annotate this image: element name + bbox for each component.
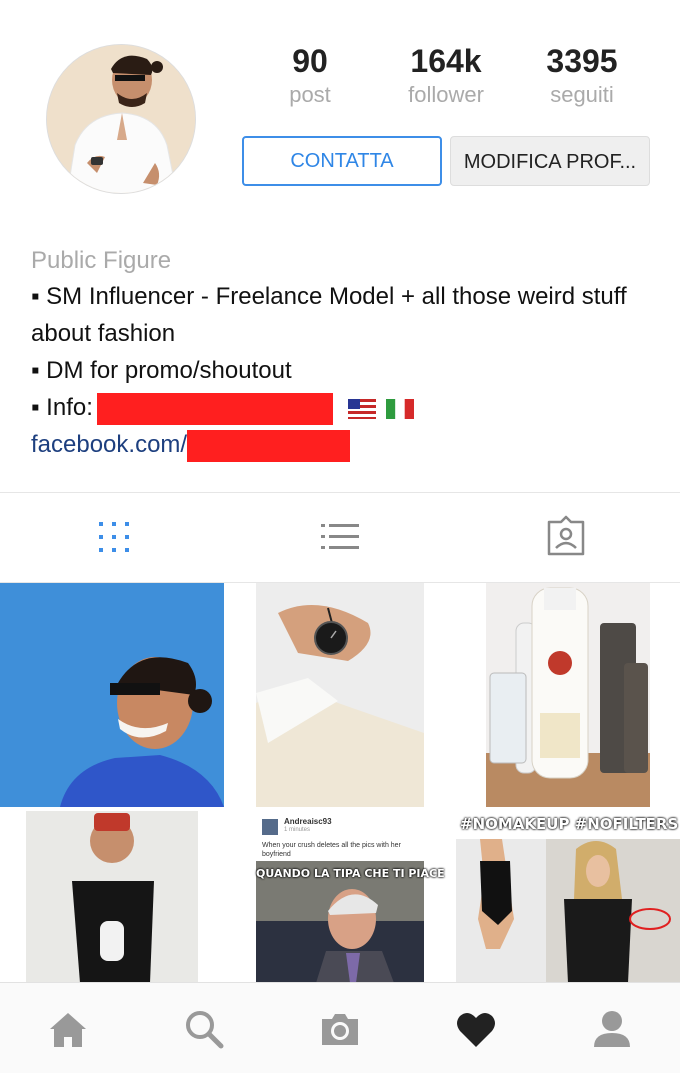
list-icon[interactable] (315, 512, 365, 562)
stat-followers[interactable]: 164k follower (386, 42, 506, 110)
profile-icon[interactable] (590, 1007, 634, 1051)
followers-label: follower (408, 82, 484, 107)
profile-avatar[interactable] (46, 44, 196, 194)
bottom-navigation (0, 982, 680, 1073)
contact-button[interactable]: CONTATTA (242, 136, 442, 186)
grid-icon[interactable] (89, 512, 139, 562)
post-thumbnail[interactable] (456, 583, 680, 807)
following-count: 3395 (546, 43, 618, 79)
post-thumbnail[interactable] (0, 583, 224, 807)
tweet-username: Andreaisc93 (284, 817, 332, 826)
bio-info-prefix: ▪ Info: (31, 394, 93, 421)
posts-label: post (289, 82, 331, 107)
followers-count: 164k (410, 43, 482, 79)
italy-flag-icon (386, 398, 415, 419)
posts-grid: Andreaisc93 1 minutes When your crush de… (0, 583, 680, 983)
tagged-photos-icon[interactable] (541, 512, 591, 562)
post-thumbnail[interactable]: #NOMAKEUP #NOFILTERS (456, 811, 680, 983)
profile-header: 90 post 164k follower 3395 seguiti CONTA… (0, 0, 680, 230)
posts-count: 90 (292, 43, 328, 79)
us-flag-icon (347, 398, 376, 419)
edit-profile-button[interactable]: MODIFICA PROF... (450, 136, 650, 186)
divider (0, 492, 680, 493)
tweet-text: When your crush deletes all the pics wit… (262, 842, 401, 858)
meme-caption: QUANDO LA TIPA CHE TI PIACE (256, 867, 445, 880)
stat-following[interactable]: 3395 seguiti (522, 42, 642, 110)
bio-website-link[interactable]: facebook.com/ (31, 426, 651, 463)
profile-view-tabs (0, 494, 680, 582)
hashtag-caption: #NOMAKEUP #NOFILTERS (460, 815, 679, 833)
home-icon[interactable] (46, 1007, 90, 1051)
camera-icon[interactable] (318, 1007, 362, 1051)
tweet-avatar (262, 819, 278, 835)
post-thumbnail[interactable] (0, 811, 224, 983)
redaction-box (187, 429, 351, 462)
bio-line-info: ▪ Info: (31, 389, 651, 426)
website-link-text[interactable]: facebook.com/ (31, 431, 187, 458)
bio-line-dm: ▪ DM for promo/shoutout (31, 357, 292, 384)
post-thumbnail[interactable]: Andreaisc93 1 minutes When your crush de… (228, 811, 452, 983)
heart-icon[interactable] (454, 1007, 498, 1051)
redaction-box (96, 392, 333, 425)
bio-line-influencer: ▪ SM Influencer - Freelance Model + all … (31, 283, 627, 347)
search-icon[interactable] (182, 1007, 226, 1051)
stat-posts: 90 post (250, 42, 370, 110)
post-thumbnail[interactable] (228, 583, 452, 807)
profile-bio: Public Figure ▪ SM Influencer - Freelanc… (31, 244, 651, 463)
tweet-time: 1 minutes (284, 827, 311, 833)
following-label: seguiti (550, 82, 614, 107)
bio-category: Public Figure (31, 247, 172, 274)
